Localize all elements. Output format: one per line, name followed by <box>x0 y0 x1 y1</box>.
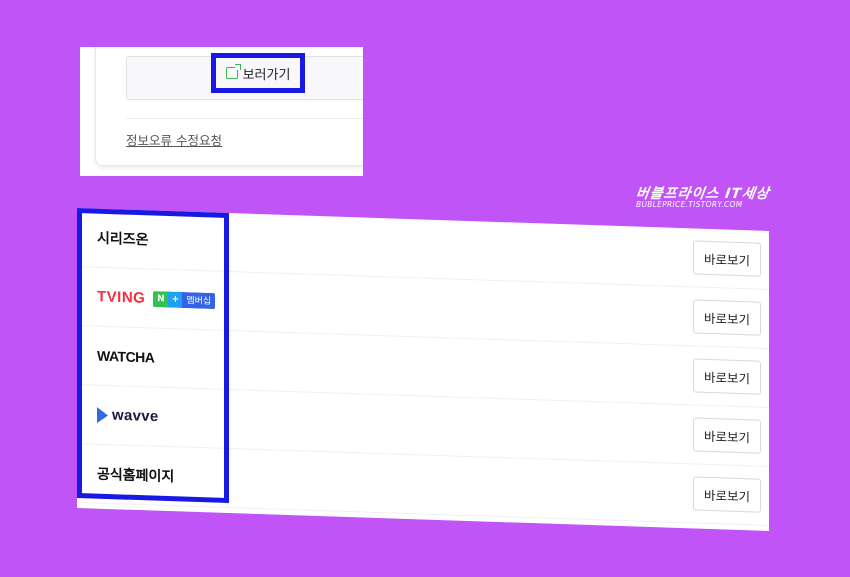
external-link-icon <box>225 64 241 79</box>
wavve-wordmark: wavve <box>112 406 159 426</box>
tving-logo: TVING N + 멤버십 <box>97 288 216 309</box>
watch-now-button[interactable]: 바로보기 <box>693 476 761 513</box>
watch-row: 보러가기 <box>126 53 363 100</box>
watch-button[interactable]: 보러가기 <box>211 53 305 93</box>
watch-now-button[interactable]: 바로보기 <box>693 358 761 395</box>
provider-name: 시리즈온 <box>97 230 149 249</box>
watcha-logo: WATCHA <box>97 347 155 366</box>
plus-icon: + <box>168 291 183 308</box>
top-card-crop: 보러가기 정보오류 수정요청 <box>80 47 363 176</box>
naver-n-icon: N <box>153 290 169 308</box>
watch-now-button[interactable]: 바로보기 <box>693 299 761 336</box>
content-card: 보러가기 정보오류 수정요청 <box>95 47 363 166</box>
watermark-subtitle: BUBLEPRICE.TISTORY.COM <box>636 200 743 209</box>
watch-now-button[interactable]: 바로보기 <box>693 240 761 277</box>
membership-label: 멤버십 <box>182 291 216 309</box>
watch-button-label: 보러가기 <box>242 67 291 83</box>
report-error-link[interactable]: 정보오류 수정요청 <box>126 130 222 149</box>
divider <box>126 118 363 119</box>
provider-name: 공식홈페이지 <box>97 466 175 486</box>
naver-plus-membership-badge: N + 멤버십 <box>153 290 216 309</box>
wavve-logo: wavve <box>97 406 159 425</box>
tving-wordmark: TVING <box>97 288 146 307</box>
wavve-play-icon <box>97 406 108 424</box>
provider-table: 시리즈온 바로보기 TVING N + 멤버십 바로보기 WATCHA 바로보기… <box>77 208 769 531</box>
watch-now-button[interactable]: 바로보기 <box>693 417 761 454</box>
